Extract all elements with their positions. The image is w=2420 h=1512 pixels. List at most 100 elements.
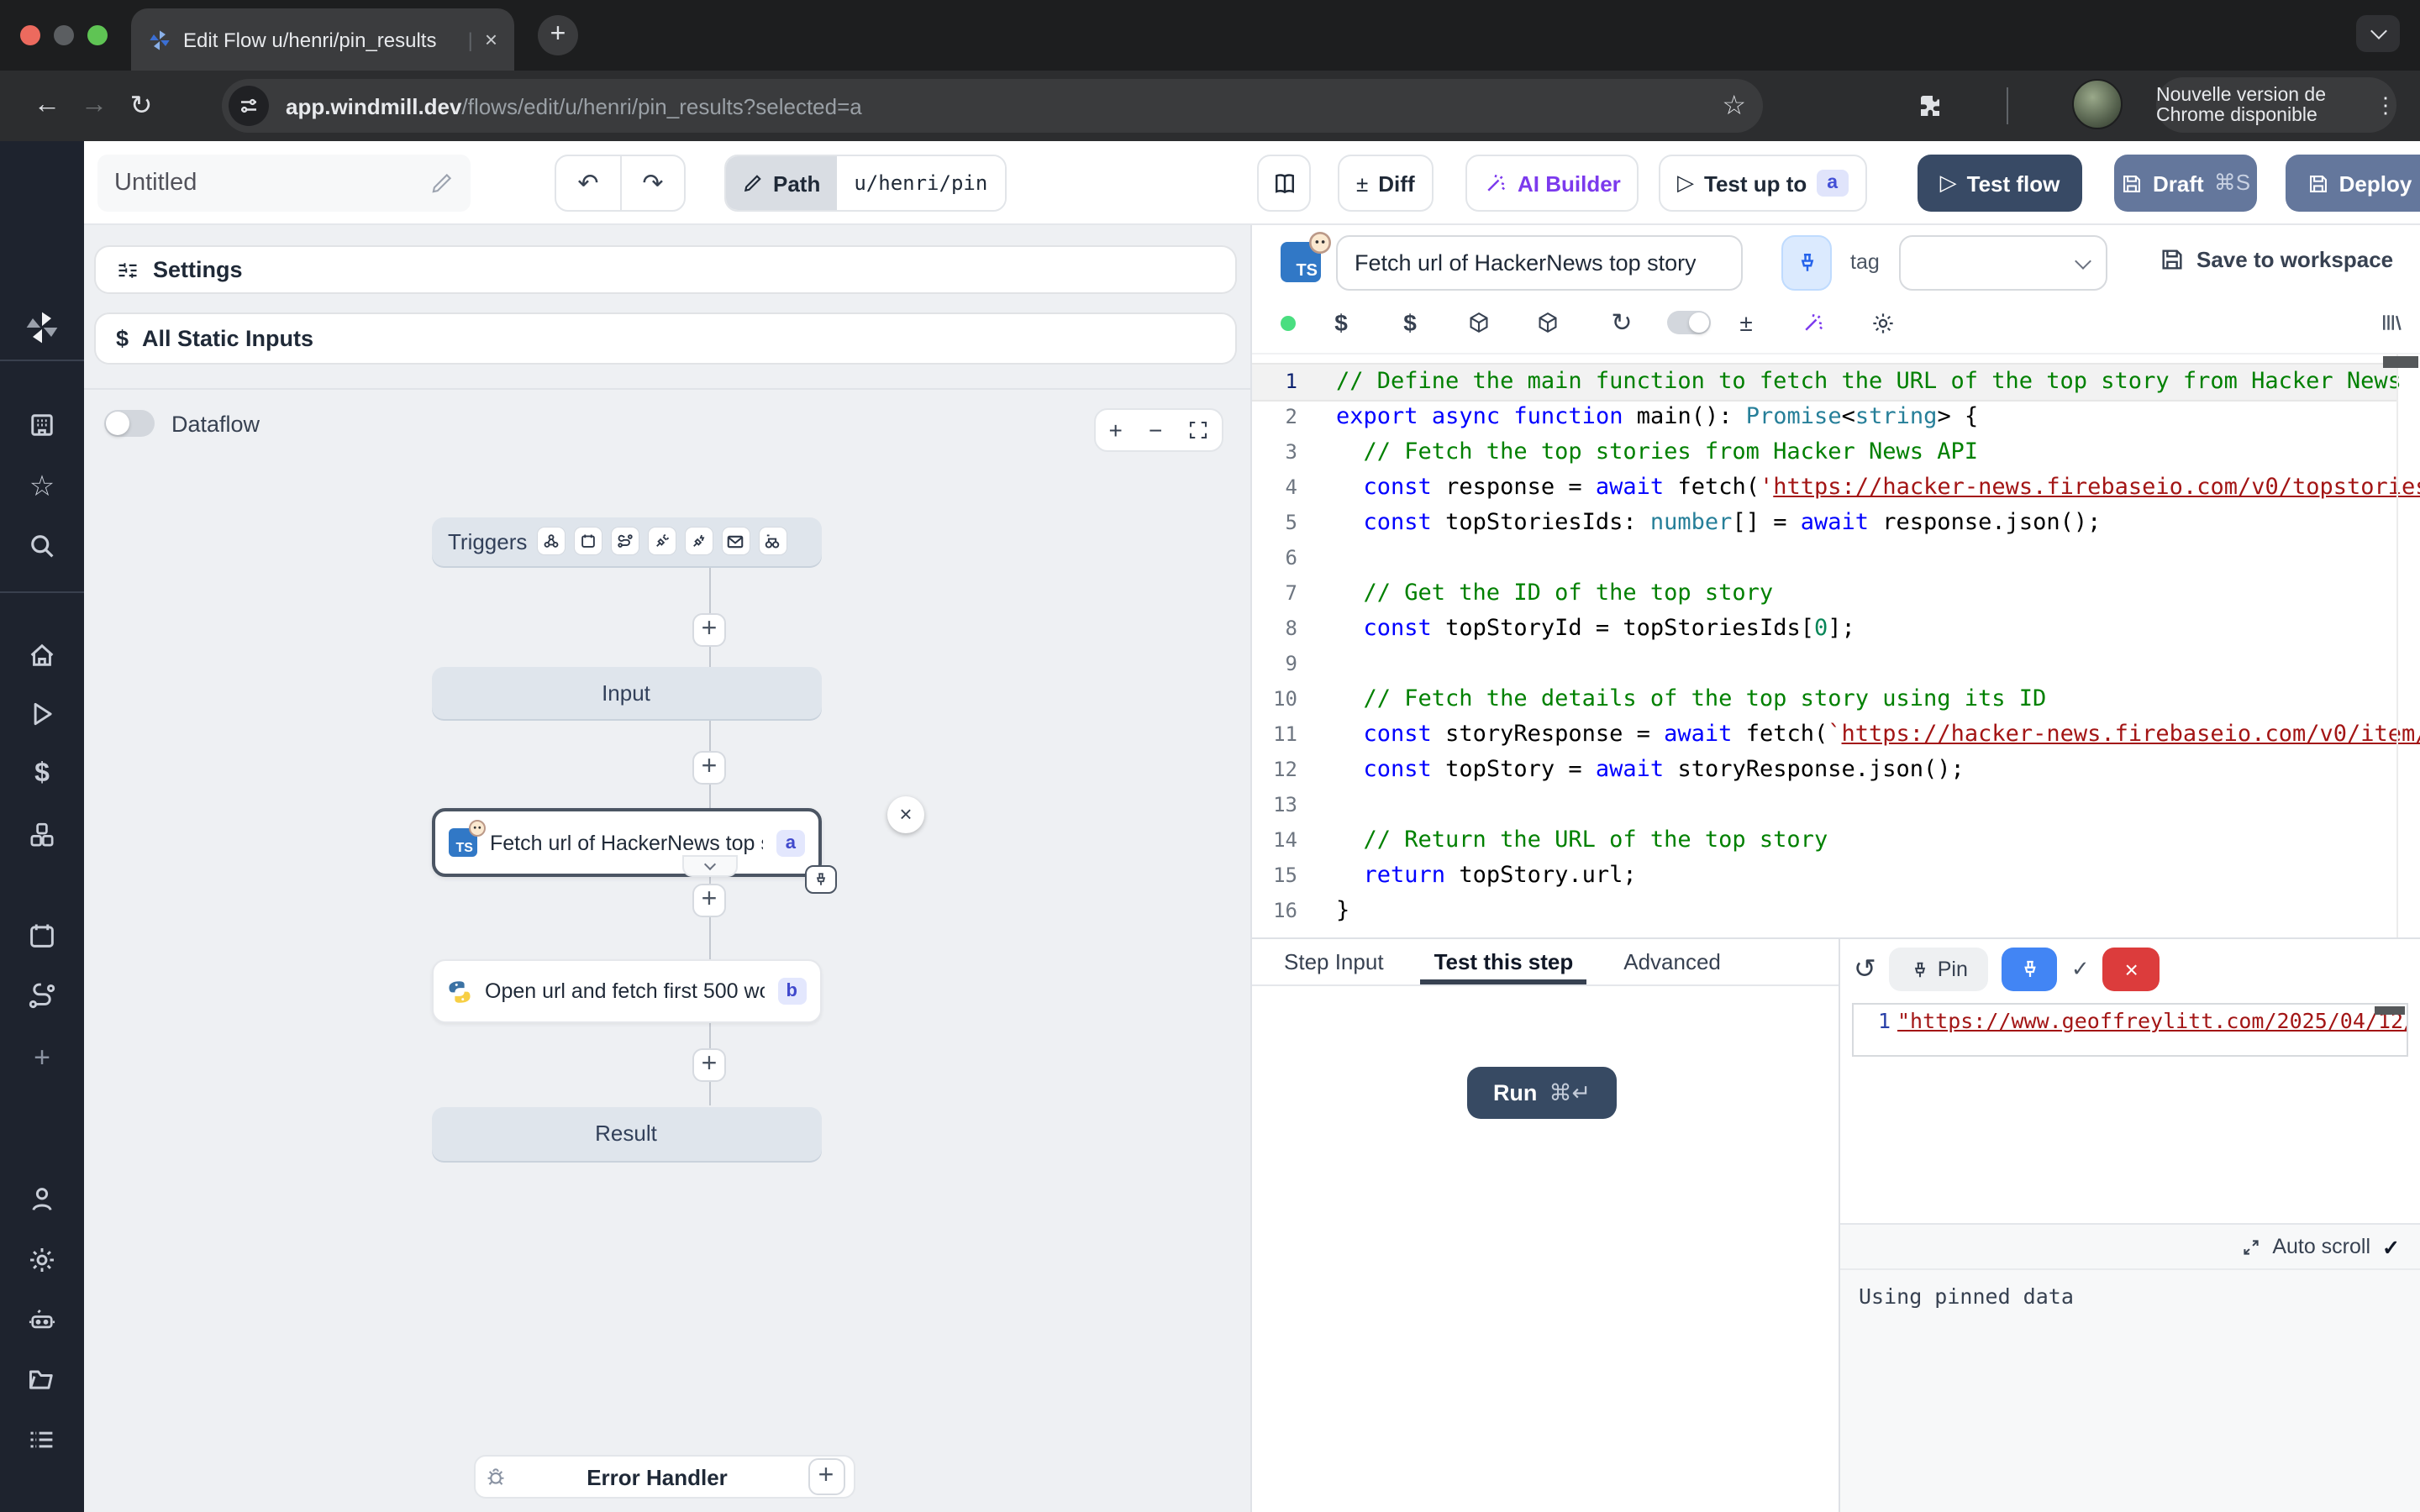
code-line[interactable]: 13 bbox=[1252, 788, 2398, 823]
step-node-a[interactable]: TS Fetch url of HackerNews top story a bbox=[431, 808, 821, 877]
undo-button[interactable]: ↶ bbox=[556, 156, 620, 210]
accept-check-icon[interactable]: ✓ bbox=[2071, 956, 2090, 983]
tab-advanced[interactable]: Advanced bbox=[1610, 939, 1734, 984]
library-icon[interactable] bbox=[2375, 306, 2408, 339]
sidebar-item-resources-cubes-icon[interactable] bbox=[0, 820, 84, 850]
bookmark-star-icon[interactable]: ☆ bbox=[1722, 89, 1746, 123]
sidebar-item-settings-gear-icon[interactable] bbox=[0, 1245, 84, 1275]
new-tab-button[interactable]: + bbox=[538, 15, 578, 55]
flow-settings-row[interactable]: Settings bbox=[96, 247, 1235, 292]
chrome-update-button[interactable]: Nouvelle version de Chrome disponible ⋮ bbox=[2156, 77, 2396, 133]
poll-binoculars-icon[interactable] bbox=[759, 528, 786, 554]
sidebar-item-folders-icon[interactable] bbox=[0, 1364, 84, 1394]
sidebar-item-variables-dollar-icon[interactable]: $ bbox=[0, 759, 84, 790]
sidebar-item-schedules-calendar-icon[interactable] bbox=[0, 921, 84, 951]
error-handler-node[interactable]: Error Handler + bbox=[473, 1455, 855, 1499]
ai-builder-button[interactable]: AI Builder bbox=[1465, 155, 1639, 212]
add-step-button[interactable]: + bbox=[692, 751, 726, 785]
code-line[interactable]: 3 // Fetch the top stories from Hacker N… bbox=[1252, 435, 2398, 470]
sidebar-item-logs-list-icon[interactable] bbox=[0, 1425, 84, 1455]
back-icon[interactable]: ← bbox=[24, 91, 71, 121]
code-line[interactable]: 8 const topStoryId = topStoriesIds[0]; bbox=[1252, 612, 2398, 647]
sidebar-item-workers-robot-icon[interactable] bbox=[0, 1305, 84, 1336]
omnibox[interactable]: app.windmill.dev/flows/edit/u/henri/pin_… bbox=[222, 79, 1763, 133]
profile-avatar[interactable] bbox=[2072, 79, 2123, 129]
pin-button[interactable]: Pin bbox=[1890, 948, 1989, 991]
sidebar-item-add-plus-icon[interactable]: + bbox=[0, 1042, 84, 1075]
pin-step-button[interactable] bbox=[1781, 235, 1832, 291]
code-line[interactable]: 2export async function main(): Promise<s… bbox=[1252, 400, 2398, 435]
code-line[interactable]: 6 bbox=[1252, 541, 2398, 576]
add-step-button[interactable]: + bbox=[692, 884, 726, 917]
history-icon[interactable]: ↺ bbox=[1854, 953, 1876, 986]
save-to-workspace-button[interactable]: Save to workspace bbox=[2160, 247, 2393, 272]
websocket-plug-icon[interactable] bbox=[648, 528, 675, 554]
triggers-node[interactable]: Triggers bbox=[431, 517, 821, 565]
email-icon[interactable] bbox=[722, 528, 749, 554]
flow-name-field[interactable]: Untitled bbox=[97, 155, 471, 212]
code-line[interactable]: 11 const storyResponse = await fetch(`ht… bbox=[1252, 717, 2398, 753]
deploy-button[interactable]: Deploy bbox=[2286, 155, 2420, 212]
sidebar-item-flows-route-icon[interactable] bbox=[0, 981, 84, 1011]
code-line[interactable]: 16} bbox=[1252, 894, 2398, 929]
plusminus-icon[interactable]: ± bbox=[1729, 306, 1763, 339]
code-line[interactable]: 10 // Fetch the details of the top story… bbox=[1252, 682, 2398, 717]
code-line[interactable]: 5 const topStoriesIds: number[] = await … bbox=[1252, 506, 2398, 541]
diff-button[interactable]: ± Diff bbox=[1338, 155, 1434, 212]
pinned-step-pin-icon[interactable] bbox=[805, 865, 837, 894]
resources-dollar-icon[interactable]: $ bbox=[1393, 306, 1427, 339]
package-icon[interactable] bbox=[1531, 306, 1565, 339]
add-step-button[interactable]: + bbox=[692, 613, 726, 647]
tab-test-this-step[interactable]: Test this step bbox=[1421, 939, 1587, 984]
sidebar-item-user-icon[interactable] bbox=[0, 1184, 84, 1215]
code-line[interactable]: 12 const topStory = await storyResponse.… bbox=[1252, 753, 2398, 788]
sidebar-item-workspace[interactable] bbox=[0, 410, 84, 440]
tab-search-chevron-button[interactable] bbox=[2356, 15, 2400, 52]
code-line[interactable]: 1// Define the main function to fetch th… bbox=[1252, 365, 2398, 400]
sidebar-item-search-icon[interactable] bbox=[0, 531, 84, 561]
zoom-in-button[interactable]: + bbox=[1109, 417, 1123, 444]
expand-icon[interactable] bbox=[2242, 1237, 2260, 1256]
pinned-value-editor[interactable]: 1 "https://www.geoffreylitt.com/2025/04/… bbox=[1852, 1003, 2408, 1057]
dataflow-toggle[interactable] bbox=[104, 410, 155, 437]
tag-select[interactable] bbox=[1899, 235, 2107, 291]
cancel-button[interactable]: × bbox=[2103, 948, 2160, 991]
zoom-out-button[interactable]: − bbox=[1149, 417, 1162, 444]
browser-tab[interactable]: Edit Flow u/henri/pin_results | × bbox=[131, 8, 514, 71]
all-static-inputs-row[interactable]: $ All Static Inputs bbox=[96, 314, 1235, 363]
sidebar-item-home-icon[interactable] bbox=[0, 640, 84, 670]
auto-scroll-checkbox[interactable]: ✓ bbox=[2382, 1234, 2400, 1259]
code-line[interactable]: 9 bbox=[1252, 647, 2398, 682]
input-node[interactable]: Input bbox=[431, 666, 821, 718]
step-title-input[interactable]: Fetch url of HackerNews top story bbox=[1336, 235, 1743, 291]
edit-pencil-icon[interactable] bbox=[430, 171, 454, 195]
reload-icon[interactable]: ↻ bbox=[1605, 306, 1639, 339]
add-error-handler-button[interactable]: + bbox=[808, 1458, 844, 1495]
sidebar-item-favorites-star-icon[interactable]: ☆ bbox=[0, 470, 84, 504]
http-route-icon[interactable] bbox=[611, 528, 638, 554]
window-close-button[interactable] bbox=[20, 25, 40, 45]
code-line[interactable]: 15 return topStory.url; bbox=[1252, 858, 2398, 894]
sidebar-item-runs-play-icon[interactable] bbox=[0, 699, 84, 729]
window-zoom-button[interactable] bbox=[87, 25, 108, 45]
webhook-icon[interactable] bbox=[537, 528, 564, 554]
site-settings-icon[interactable] bbox=[229, 86, 269, 126]
variables-dollar-icon[interactable]: $ bbox=[1324, 306, 1358, 339]
fit-view-button[interactable] bbox=[1188, 420, 1208, 440]
editor-scrollbar-thumb[interactable] bbox=[2383, 356, 2418, 368]
pin-active-button[interactable] bbox=[2002, 948, 2058, 991]
add-step-button[interactable]: + bbox=[692, 1047, 726, 1081]
run-button[interactable]: Run ⌘↵ bbox=[1467, 1067, 1617, 1119]
docs-book-button[interactable] bbox=[1257, 155, 1311, 212]
code-line[interactable]: 14 // Return the URL of the top story bbox=[1252, 823, 2398, 858]
diff-mode-toggle[interactable] bbox=[1664, 306, 1714, 339]
test-flow-button[interactable]: ▷ Test flow bbox=[1918, 155, 2082, 212]
step-node-b[interactable]: Open url and fetch first 500 words of ..… bbox=[431, 959, 821, 1023]
tab-step-input[interactable]: Step Input bbox=[1270, 939, 1397, 984]
package-icon[interactable] bbox=[1462, 306, 1496, 339]
code-line[interactable]: 7 // Get the ID of the top story bbox=[1252, 576, 2398, 612]
settings-gear-icon[interactable] bbox=[1865, 306, 1899, 339]
chrome-menu-kebab-icon[interactable]: ⋮ bbox=[2375, 92, 2396, 118]
schedule-calendar-icon[interactable] bbox=[574, 528, 601, 554]
windmill-logo-icon[interactable] bbox=[0, 309, 84, 346]
